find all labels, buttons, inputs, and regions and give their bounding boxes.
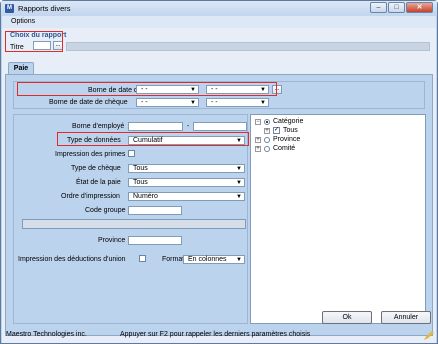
etat-paie-combo[interactable]: Tous ▼ [128, 178, 245, 187]
employe-start-input[interactable] [128, 122, 183, 131]
expand-icon[interactable]: + [255, 146, 261, 152]
highlight-date-paie [17, 82, 277, 96]
chevron-down-icon: ▼ [236, 257, 242, 263]
type-cheque-label: Type de chèque [71, 165, 121, 172]
tous-checkbox[interactable]: ✓ [273, 127, 280, 134]
format-value: En colonnes [188, 256, 227, 263]
window-content: Choix du rapport Titre ... Paie Borne de… [2, 28, 436, 343]
chevron-down-icon: ▼ [236, 166, 242, 172]
code-groupe-description [22, 219, 246, 229]
ordre-impression-label: Ordre d'impression [61, 193, 120, 200]
province-radio[interactable] [264, 137, 270, 143]
minimize-button[interactable]: – [370, 2, 387, 13]
format-combo[interactable]: En colonnes ▼ [183, 255, 245, 264]
type-cheque-combo[interactable]: Tous ▼ [128, 164, 245, 173]
pencil-icon[interactable] [424, 331, 434, 340]
impression-primes-checkbox[interactable] [128, 150, 135, 157]
maximize-button[interactable]: □ [388, 2, 405, 13]
tree-item-tous[interactable]: Tous [283, 127, 298, 134]
province-input[interactable] [128, 236, 182, 245]
format-label: Format [162, 256, 185, 263]
highlight-titre [5, 31, 63, 52]
highlight-type-donnees [57, 132, 249, 146]
province-label: Province [98, 237, 126, 244]
etat-paie-label: État de la paie [76, 179, 121, 186]
type-cheque-value: Tous [133, 165, 148, 172]
window-controls: – □ ✕ [369, 2, 433, 13]
date-cheque-start-combo[interactable]: - - ▼ [136, 98, 199, 107]
tree-item-province[interactable]: Province [273, 136, 300, 143]
expand-icon[interactable]: + [264, 128, 270, 134]
deductions-union-label: Impression des déductions d'union [18, 256, 126, 263]
etat-paie-value: Tous [133, 179, 148, 186]
menu-bar: Options [2, 16, 436, 28]
expand-icon[interactable]: + [255, 137, 261, 143]
chevron-down-icon: ▼ [236, 194, 242, 200]
code-groupe-input[interactable] [128, 206, 182, 215]
collapse-icon[interactable]: − [255, 119, 261, 125]
ordre-impression-value: Numéro [133, 193, 158, 200]
title-bar[interactable]: M Rapports divers – □ ✕ [1, 1, 437, 16]
tab-panel-paie: Borne de date de paie - - ▼ - - ▼ ... Bo… [5, 74, 433, 336]
category-tree[interactable]: − Catégorie + ✓ Tous + Province + Comité [250, 114, 426, 324]
window-title: Rapports divers [18, 4, 71, 13]
tree-item-categorie[interactable]: Catégorie [273, 118, 303, 125]
borne-employe-label: Borne d'employé [72, 123, 125, 130]
categorie-radio[interactable] [264, 119, 270, 125]
date-cheque-end-value: - - [211, 99, 218, 106]
employe-range-dash: - [187, 123, 190, 130]
close-button[interactable]: ✕ [406, 2, 433, 13]
chevron-down-icon: ▼ [260, 100, 266, 106]
code-groupe-label: Code groupe [85, 207, 126, 214]
borne-date-cheque-label: Borne de date de chèque [49, 99, 128, 106]
chevron-down-icon: ▼ [236, 180, 242, 186]
chevron-down-icon: ▼ [190, 100, 196, 106]
date-cheque-end-combo[interactable]: - - ▼ [206, 98, 269, 107]
report-window: M Rapports divers – □ ✕ Options Choix du… [0, 0, 438, 344]
cancel-button[interactable]: Annuler [381, 311, 431, 324]
comite-radio[interactable] [264, 146, 270, 152]
company-name: Maestro Technologies inc. [6, 331, 87, 338]
impression-primes-label: Impression des primes [55, 151, 126, 158]
date-cheque-start-value: - - [141, 99, 148, 106]
titre-description-field [66, 42, 430, 51]
employe-end-input[interactable] [193, 122, 247, 131]
tree-item-comite[interactable]: Comité [273, 145, 295, 152]
deductions-union-checkbox[interactable] [139, 255, 146, 262]
menu-options[interactable]: Options [11, 18, 35, 25]
app-icon: M [5, 4, 14, 13]
status-bar: Maestro Technologies inc. Appuyer sur F2… [2, 311, 436, 343]
status-hint: Appuyer sur F2 pour rappeler les dernier… [120, 331, 311, 338]
ordre-impression-combo[interactable]: Numéro ▼ [128, 192, 245, 201]
ok-button[interactable]: Ok [322, 311, 372, 324]
